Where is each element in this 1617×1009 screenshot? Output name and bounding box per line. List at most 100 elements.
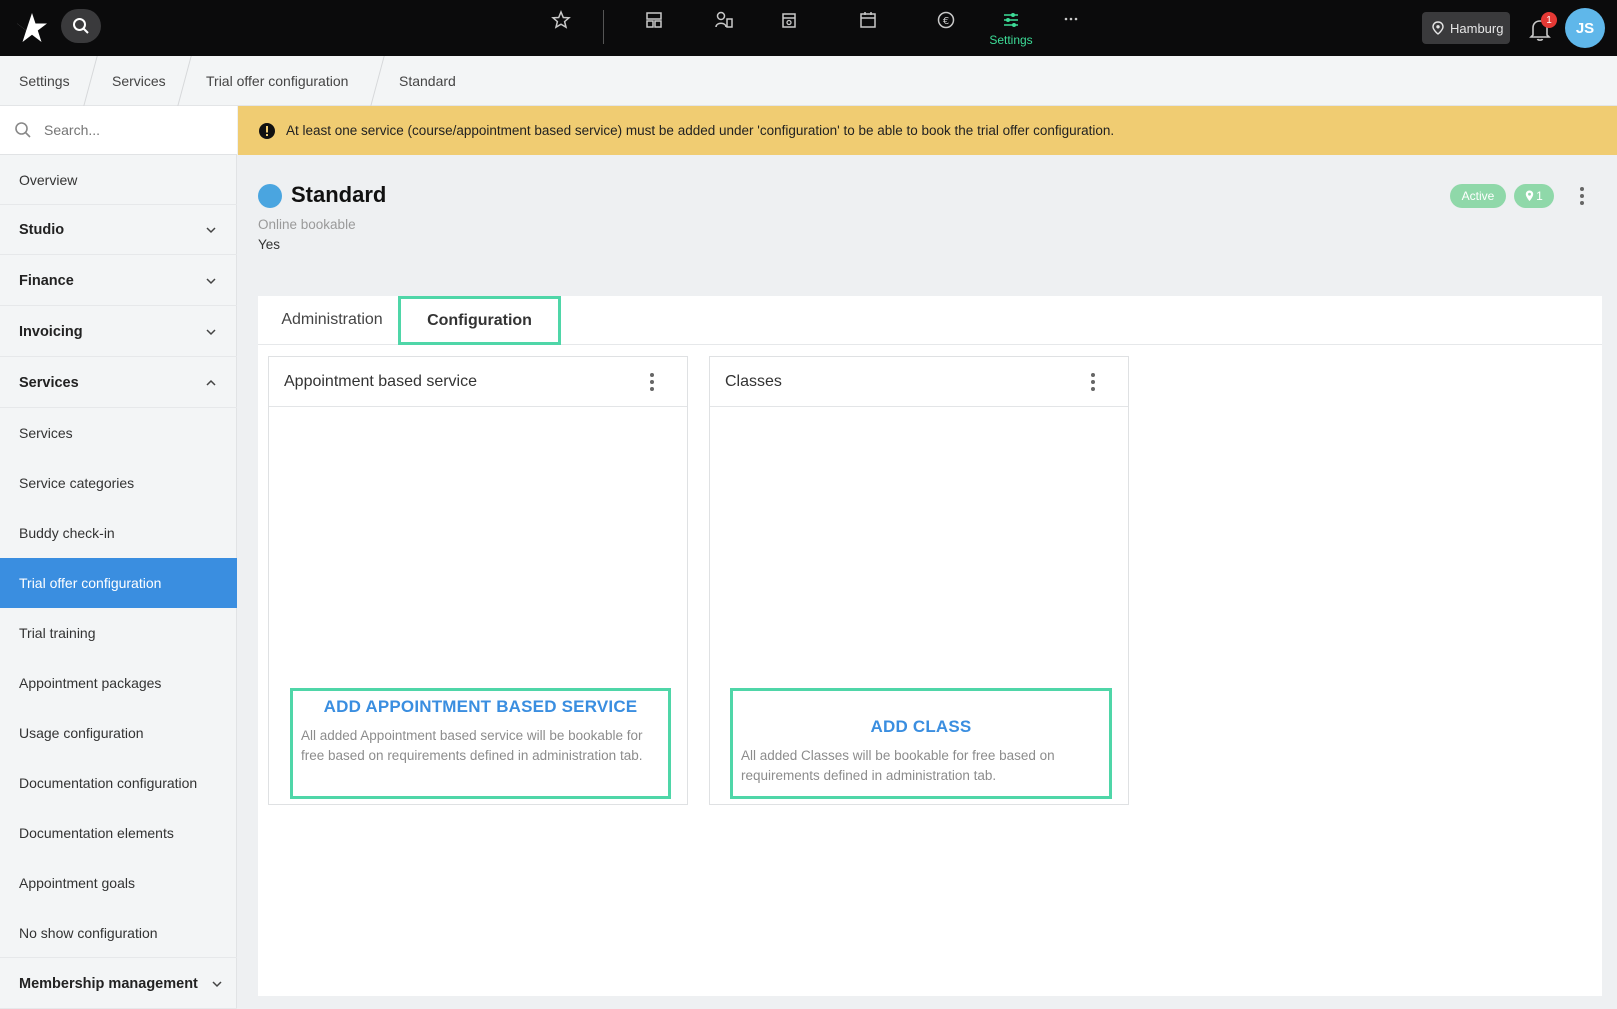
breadcrumb-separator xyxy=(370,56,385,106)
nav-settings[interactable]: Settings xyxy=(976,8,1046,48)
search-icon xyxy=(73,18,89,34)
sidebar-item-label: Services xyxy=(19,425,73,441)
card-title: Classes xyxy=(725,372,782,390)
add-appointment-service-button[interactable]: ADD APPOINTMENT BASED SERVICE All added … xyxy=(290,688,671,799)
kebab-dot xyxy=(650,380,654,384)
location-selector[interactable]: Hamburg xyxy=(1422,12,1510,44)
tab-configuration[interactable]: Configuration xyxy=(398,296,561,345)
sidebar-item-label: Service categories xyxy=(19,475,135,491)
top-navigation-bar: € Settings Hamburg 1 JS xyxy=(0,0,1617,56)
breadcrumb-separator xyxy=(177,56,192,106)
nav-checkin[interactable] xyxy=(769,8,809,48)
sidebar-search-input[interactable] xyxy=(44,122,214,138)
global-search-button[interactable] xyxy=(61,9,101,43)
appointment-service-card: Appointment based service ADD APPOINTMEN… xyxy=(268,356,688,805)
card-title: Appointment based service xyxy=(284,372,477,390)
sidebar-item-label: Documentation configuration xyxy=(19,775,198,791)
sidebar-item-trial-training[interactable]: Trial training xyxy=(0,608,237,658)
sidebar-item-membership-management[interactable]: Membership management xyxy=(0,959,237,1009)
chevron-down-icon xyxy=(206,278,216,285)
sidebar-item-documentation-elements[interactable]: Documentation elements xyxy=(0,808,237,858)
sidebar-item-services-group[interactable]: Services xyxy=(0,358,237,408)
nav-divider xyxy=(603,10,604,44)
location-count-badge: 1 xyxy=(1514,184,1554,208)
sidebar-item-documentation-configuration[interactable]: Documentation configuration xyxy=(0,758,237,808)
nav-settings-label: Settings xyxy=(989,33,1033,47)
more-horizontal-icon xyxy=(1064,17,1078,21)
sidebar-item-overview[interactable]: Overview xyxy=(0,155,237,205)
sidebar-item-label: Trial training xyxy=(19,625,96,641)
sidebar-item-label: Trial offer configuration xyxy=(19,575,162,591)
nav-calendar[interactable] xyxy=(848,8,888,48)
tab-administration[interactable]: Administration xyxy=(268,300,396,340)
sidebar-item-usage-configuration[interactable]: Usage configuration xyxy=(0,708,237,758)
sidebar-item-appointment-packages[interactable]: Appointment packages xyxy=(0,658,237,708)
sidebar-item-service-categories[interactable]: Service categories xyxy=(0,458,237,508)
sidebar-item-label: Buddy check-in xyxy=(19,525,115,541)
sidebar-item-label: Membership management xyxy=(19,975,198,992)
sidebar-item-label: Overview xyxy=(19,171,78,188)
sidebar-item-buddy-check-in[interactable]: Buddy check-in xyxy=(0,508,237,558)
members-icon xyxy=(715,11,733,28)
card-header: Classes xyxy=(710,357,1128,407)
online-bookable-value: Yes xyxy=(258,237,281,252)
nav-dashboard[interactable] xyxy=(634,8,674,48)
user-avatar[interactable]: JS xyxy=(1565,8,1605,48)
add-class-button[interactable]: ADD CLASS All added Classes will be book… xyxy=(730,688,1112,799)
sidebar-item-label: Finance xyxy=(19,272,74,289)
svg-text:€: € xyxy=(943,16,949,27)
sidebar-item-services[interactable]: Services xyxy=(0,408,237,458)
card-header: Appointment based service xyxy=(269,357,687,407)
sidebar-item-label: No show configuration xyxy=(19,924,158,941)
sidebar-item-trial-offer-configuration[interactable]: Trial offer configuration xyxy=(0,558,237,608)
nav-finance[interactable]: € xyxy=(926,8,966,48)
notification-count-badge: 1 xyxy=(1541,12,1557,28)
card-more-menu-button[interactable] xyxy=(1083,370,1103,394)
calendar-icon xyxy=(860,12,876,28)
chevron-down-icon xyxy=(206,227,216,234)
sidebar-item-invoicing[interactable]: Invoicing xyxy=(0,307,237,357)
kebab-dot xyxy=(1091,387,1095,391)
checkin-icon xyxy=(782,13,796,28)
location-count: 1 xyxy=(1536,189,1543,203)
sidebar-item-no-show-configuration[interactable]: No show configuration xyxy=(0,908,237,958)
warning-banner: At least one service (course/appointment… xyxy=(238,106,1617,155)
map-pin-icon xyxy=(1525,190,1534,201)
status-badge: Active xyxy=(1450,184,1506,208)
card-more-menu-button[interactable] xyxy=(642,370,662,394)
breadcrumb-standard: Standard xyxy=(399,73,456,89)
sidebar-item-appointment-goals[interactable]: Appointment goals xyxy=(0,858,237,908)
dashboard-icon xyxy=(646,12,662,28)
kebab-dot xyxy=(650,373,654,377)
breadcrumb-separator xyxy=(83,56,98,106)
page-more-menu-button[interactable] xyxy=(1572,184,1592,208)
nav-more[interactable] xyxy=(1051,8,1091,48)
sidebar-item-label: Services xyxy=(19,374,79,391)
warning-text: At least one service (course/appointment… xyxy=(286,123,1115,138)
add-class-title: ADD CLASS xyxy=(870,717,972,736)
sidebar-item-label: Appointment goals xyxy=(19,875,135,891)
page-title: Standard xyxy=(291,182,387,207)
status-color-dot xyxy=(258,184,282,208)
nav-favorites[interactable] xyxy=(541,8,581,48)
kebab-dot xyxy=(650,387,654,391)
nav-members[interactable] xyxy=(704,8,744,48)
sidebar-search xyxy=(0,106,237,155)
exclamation-icon xyxy=(259,122,275,139)
add-class-description: All added Classes will be bookable for f… xyxy=(741,748,1055,783)
sidebar-item-label: Invoicing xyxy=(19,323,83,340)
breadcrumb-trial-offer-configuration[interactable]: Trial offer configuration xyxy=(206,73,348,89)
kebab-dot xyxy=(1091,380,1095,384)
classes-card: Classes ADD CLASS All added Classes will… xyxy=(709,356,1129,805)
sidebar-item-label: Appointment packages xyxy=(19,675,162,691)
star-icon xyxy=(551,10,571,29)
app-logo-icon[interactable] xyxy=(14,10,50,46)
breadcrumb-services[interactable]: Services xyxy=(112,73,166,89)
sidebar-item-studio[interactable]: Studio xyxy=(0,205,237,255)
sidebar-item-finance[interactable]: Finance xyxy=(0,256,237,306)
kebab-dot xyxy=(1580,201,1584,205)
euro-icon: € xyxy=(937,11,955,29)
breadcrumb-settings[interactable]: Settings xyxy=(19,73,70,89)
chevron-down-icon xyxy=(212,981,222,988)
chevron-down-icon xyxy=(206,329,216,336)
